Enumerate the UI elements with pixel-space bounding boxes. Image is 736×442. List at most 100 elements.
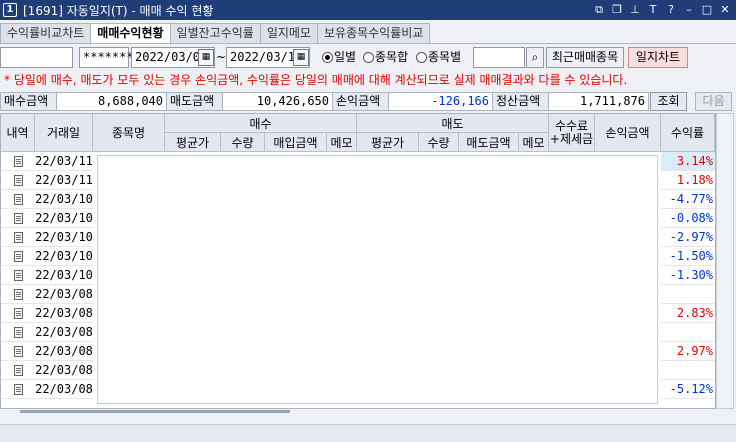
detail-cell[interactable]	[1, 285, 35, 304]
tab-strip: 수익률비교차트 매매수익현황 일별잔고수익률 일지메모 보유종목수익률비교	[0, 23, 431, 45]
rate-cell: -0.08%	[661, 209, 715, 228]
col-sell-memo-header[interactable]: 메모	[519, 133, 549, 152]
detail-cell[interactable]	[1, 190, 35, 209]
app-icon: 1	[3, 3, 17, 17]
pl-amount-label: 손익금액	[332, 92, 389, 111]
stock-search-input[interactable]	[473, 47, 525, 68]
date-cell: 22/03/08	[35, 323, 93, 342]
detail-cell[interactable]	[1, 209, 35, 228]
journal-chart-button[interactable]: 일지차트	[628, 47, 688, 68]
detail-cell[interactable]	[1, 152, 35, 171]
detail-cell[interactable]	[1, 247, 35, 266]
next-button[interactable]: 다음	[695, 92, 732, 111]
query-button[interactable]: 조회	[650, 92, 687, 111]
radio-daily-dot[interactable]	[322, 52, 333, 63]
document-icon[interactable]	[13, 365, 23, 376]
summary-row: 매수금액 8,688,040 매도금액 10,426,650 손익금액 -126…	[0, 92, 736, 112]
detail-cell[interactable]	[1, 323, 35, 342]
rate-cell: -1.50%	[661, 247, 715, 266]
document-icon[interactable]	[13, 384, 23, 395]
document-icon[interactable]	[13, 213, 23, 224]
calendar-to-icon[interactable]: ▦	[293, 49, 309, 66]
col-date-header[interactable]: 거래일	[35, 114, 93, 152]
col-sell-qty-header[interactable]: 수량	[419, 133, 459, 152]
document-icon[interactable]	[13, 346, 23, 357]
date-cell: 22/03/11	[35, 171, 93, 190]
minimize-icon[interactable]: –	[682, 2, 696, 17]
col-fee-header[interactable]: 수수료 +제세금	[549, 114, 595, 152]
rate-cell: 3.14%	[661, 152, 715, 171]
close-icon[interactable]: ✕	[718, 2, 732, 17]
pin-icon[interactable]: ⊥	[628, 2, 642, 17]
col-sell-amount-header[interactable]: 매도금액	[459, 133, 519, 152]
settle-amount-label: 정산금액	[492, 92, 549, 111]
tab-3[interactable]: 일지메모	[259, 23, 318, 44]
radio-stock-sum-dot[interactable]	[363, 52, 374, 63]
radio-by-stock-label: 종목별	[428, 50, 462, 64]
document-icon[interactable]	[13, 175, 23, 186]
date-cell: 22/03/08	[35, 361, 93, 380]
sell-amount-label: 매도금액	[166, 92, 223, 111]
date-cell: 22/03/08	[35, 285, 93, 304]
col-pl-header[interactable]: 손익금액	[595, 114, 661, 152]
detail-cell[interactable]	[1, 304, 35, 323]
col-sell-avg-header[interactable]: 평균가	[357, 133, 419, 152]
detail-cell[interactable]	[1, 380, 35, 399]
detail-cell[interactable]	[1, 228, 35, 247]
col-buy-memo-header[interactable]: 메모	[327, 133, 357, 152]
search-icon[interactable]: ⌕	[526, 47, 544, 68]
radio-daily[interactable]: 일별	[322, 47, 356, 68]
horizontal-scrollbar[interactable]	[20, 410, 290, 413]
vertical-scrollbar[interactable]	[716, 113, 734, 409]
col-buy-avg-header[interactable]: 평균가	[165, 133, 221, 152]
buy-group-header: 매수	[165, 114, 357, 133]
detail-cell[interactable]	[1, 266, 35, 285]
radio-by-stock-dot[interactable]	[416, 52, 427, 63]
calendar-from-icon[interactable]: ▦	[198, 49, 214, 66]
window-title: [1691] 자동일지(T) - 매매 수익 현황	[23, 3, 214, 18]
col-stock-header[interactable]: 종목명	[93, 114, 165, 152]
recent-trades-button[interactable]: 최근매매종목	[546, 47, 624, 68]
document-icon[interactable]	[13, 194, 23, 205]
document-icon[interactable]	[13, 327, 23, 338]
radio-by-stock[interactable]: 종목별	[416, 47, 461, 68]
date-cell: 22/03/08	[35, 380, 93, 399]
tab-4[interactable]: 보유종목수익률비교	[316, 23, 431, 44]
detail-cell[interactable]	[1, 171, 35, 190]
detail-cell[interactable]	[1, 342, 35, 361]
rate-cell	[661, 285, 715, 304]
tab-1[interactable]: 매매수익현황	[90, 23, 171, 45]
password-input[interactable]: *******	[79, 47, 134, 68]
date-cell: 22/03/11	[35, 152, 93, 171]
date-cell: 22/03/10	[35, 228, 93, 247]
tab-2[interactable]: 일별잔고수익률	[169, 23, 261, 44]
col-detail-header[interactable]: 내역	[1, 114, 35, 152]
document-icon[interactable]	[13, 232, 23, 243]
tab-0[interactable]: 수익률비교차트	[0, 23, 92, 44]
radio-stock-sum[interactable]: 종목합	[363, 47, 408, 68]
document-icon[interactable]	[13, 156, 23, 167]
document-icon[interactable]	[13, 251, 23, 262]
account-input[interactable]	[0, 47, 73, 68]
restore-icon[interactable]: ❐	[610, 2, 624, 17]
status-bar	[0, 424, 736, 442]
buy-amount-label: 매수금액	[0, 92, 57, 111]
document-icon[interactable]	[13, 270, 23, 281]
detail-cell[interactable]	[1, 361, 35, 380]
settle-amount-value: 1,711,876	[548, 92, 649, 111]
date-cell: 22/03/10	[35, 247, 93, 266]
col-rate-header[interactable]: 수익률	[661, 114, 715, 152]
col-buy-amount-header[interactable]: 매입금액	[265, 133, 327, 152]
document-icon[interactable]	[13, 289, 23, 300]
link-icon[interactable]: ⧉	[592, 2, 606, 17]
rate-cell: 2.83%	[661, 304, 715, 323]
rate-cell: -1.30%	[661, 266, 715, 285]
col-buy-qty-header[interactable]: 수량	[221, 133, 265, 152]
rate-cell	[661, 361, 715, 380]
document-icon[interactable]	[13, 308, 23, 319]
font-icon[interactable]: T	[646, 2, 660, 17]
date-cell: 22/03/10	[35, 190, 93, 209]
rate-cell: 1.18%	[661, 171, 715, 190]
help-icon[interactable]: ?	[664, 2, 678, 17]
maximize-icon[interactable]: □	[700, 2, 714, 17]
